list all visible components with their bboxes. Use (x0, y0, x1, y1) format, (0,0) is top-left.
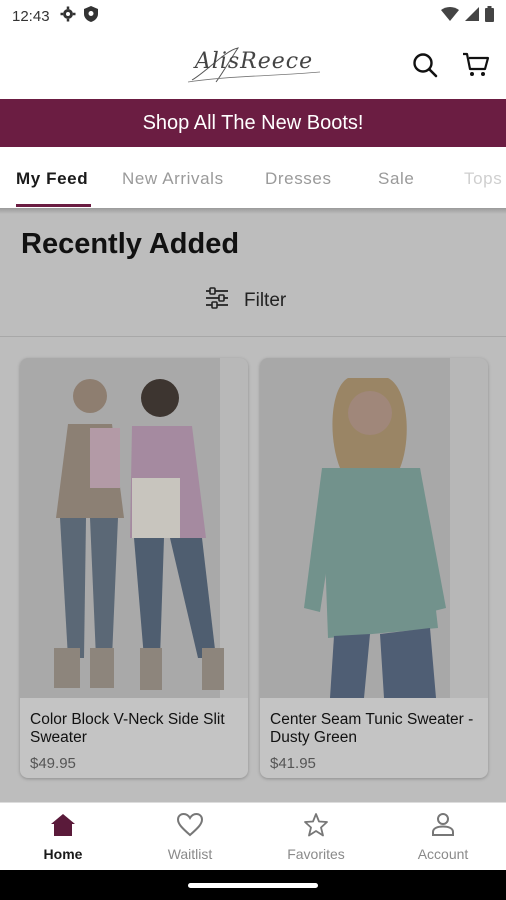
settings-gear-icon (60, 6, 76, 27)
nav-label: Waitlist (167, 846, 213, 862)
wifi-icon (441, 6, 459, 26)
filter-label: Filter (244, 290, 287, 311)
active-tab-indicator (16, 204, 91, 207)
system-nav-bar (0, 870, 506, 900)
shield-icon (83, 5, 98, 27)
product-name: Center Seam Tunic Sweater - Dusty Green (270, 711, 474, 746)
heart-icon (176, 812, 204, 842)
category-tabs: My Feed New Arrivals Dresses Sale Tops (0, 147, 506, 208)
app-header: AlisReece (0, 32, 506, 99)
promo-text: Shop All The New Boots! (142, 111, 364, 134)
nav-label: Home (43, 845, 83, 862)
tab-dresses[interactable]: Dresses (265, 147, 332, 208)
nav-label: Account (417, 846, 469, 862)
home-gesture-bar[interactable] (188, 883, 318, 888)
product-price: $49.95 (30, 755, 76, 772)
nav-label: Favorites (287, 846, 345, 862)
brand-logo[interactable]: AlisReece (186, 42, 322, 88)
status-bar: 12:43 (0, 0, 506, 32)
nav-home[interactable]: Home (0, 803, 126, 871)
signal-icon (465, 6, 479, 26)
search-icon[interactable] (410, 50, 440, 80)
logo-text: AlisReece (194, 49, 314, 74)
status-time: 12:43 (12, 7, 50, 25)
person-icon (430, 812, 456, 842)
product-image[interactable] (260, 358, 488, 698)
section-title: Recently Added (21, 228, 240, 260)
product-image[interactable] (20, 358, 248, 698)
filter-button[interactable]: Filter (204, 286, 286, 316)
sliders-icon (204, 287, 230, 315)
divider (0, 336, 506, 337)
feed-shadow (0, 208, 506, 214)
tab-tops[interactable]: Tops (464, 147, 502, 208)
product-price: $41.95 (270, 755, 316, 772)
bottom-nav: Home Waitlist Favorites Account (0, 802, 506, 870)
tab-my-feed[interactable]: My Feed (16, 147, 88, 208)
cart-icon[interactable] (461, 50, 491, 80)
nav-favorites[interactable]: Favorites (253, 803, 379, 871)
star-icon (303, 812, 329, 842)
product-card[interactable]: Center Seam Tunic Sweater - Dusty Green … (260, 358, 488, 778)
battery-icon (485, 5, 494, 27)
tab-new-arrivals[interactable]: New Arrivals (122, 147, 224, 208)
tab-sale[interactable]: Sale (378, 147, 414, 208)
feed-section: Recently Added Filter Color Block V-Neck… (0, 208, 506, 802)
home-icon (50, 813, 76, 842)
product-name: Color Block V-Neck Side Slit Sweater (30, 711, 225, 746)
promo-banner[interactable]: Shop All The New Boots! (0, 99, 506, 147)
nav-waitlist[interactable]: Waitlist (127, 803, 253, 871)
product-card[interactable]: Color Block V-Neck Side Slit Sweater $49… (20, 358, 248, 778)
nav-account[interactable]: Account (380, 803, 506, 871)
